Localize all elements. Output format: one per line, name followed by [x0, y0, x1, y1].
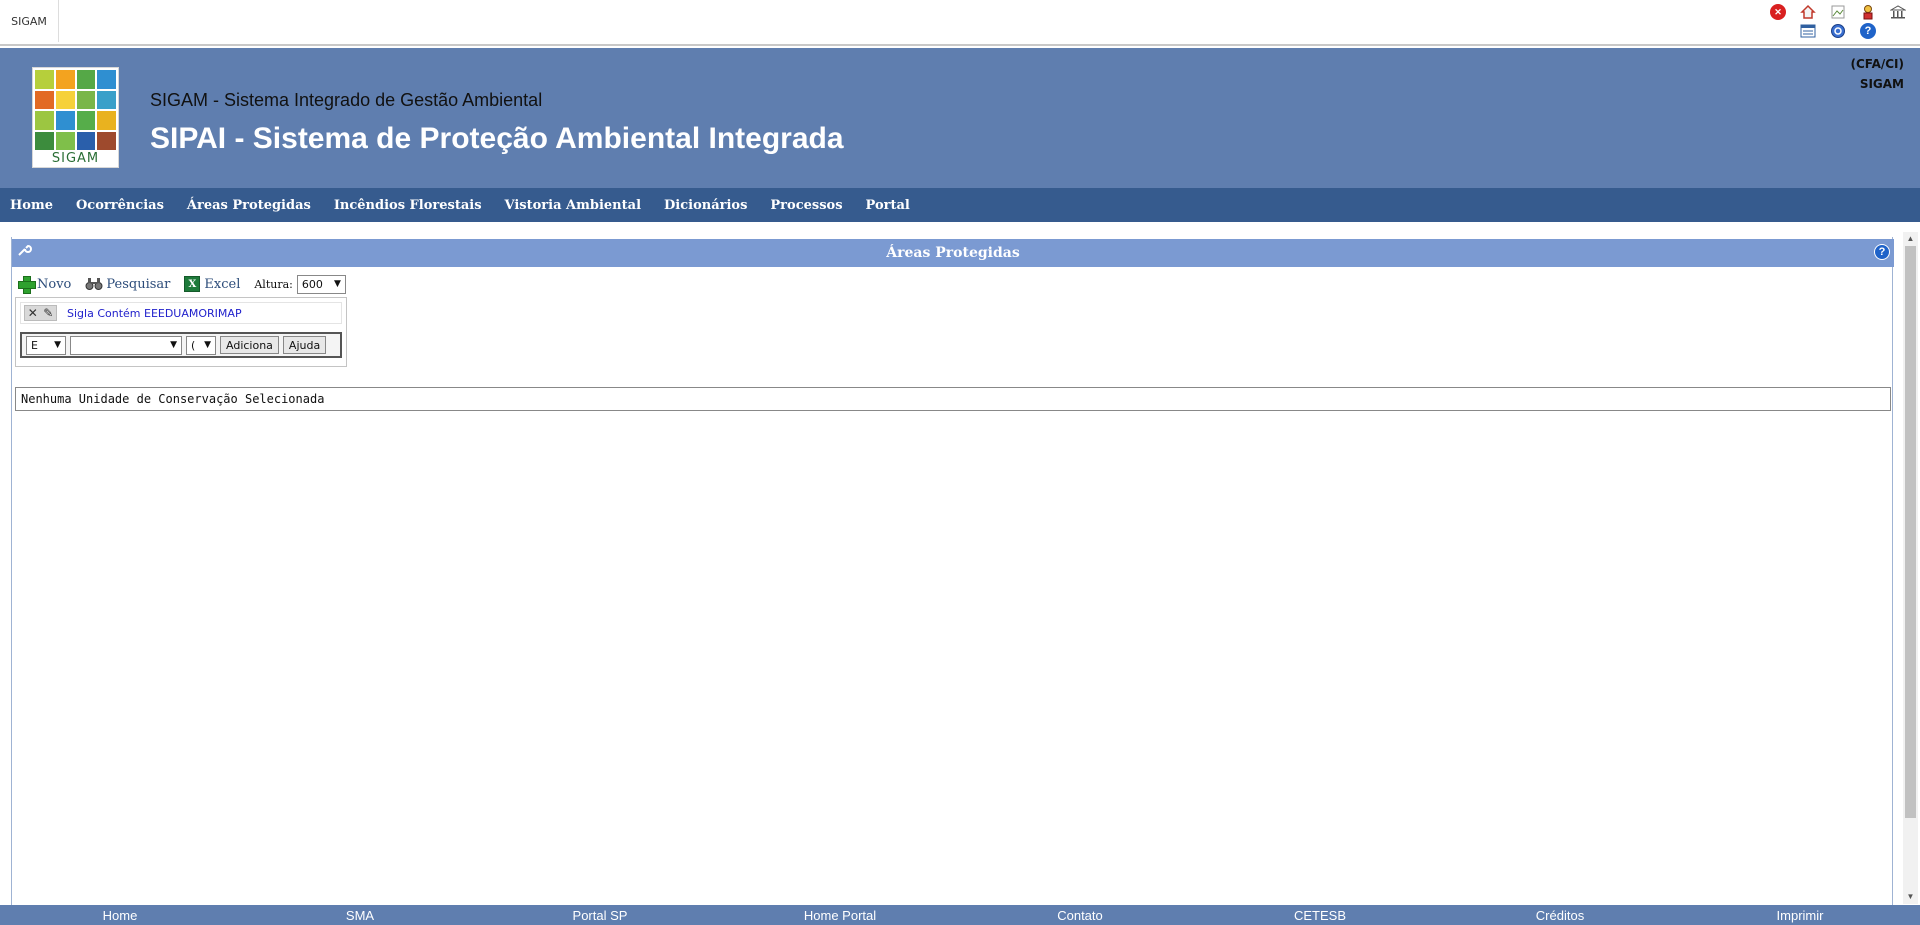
- adiciona-button[interactable]: Adiciona: [220, 336, 279, 354]
- altura-value: 600: [301, 277, 323, 291]
- logo-tile: [35, 70, 54, 89]
- footer-link-creditos[interactable]: Créditos: [1440, 908, 1680, 923]
- nav-item-portal[interactable]: Portal: [866, 198, 910, 213]
- logo-tile: [55, 131, 75, 150]
- settings-icon[interactable]: [1830, 23, 1846, 39]
- novo-button[interactable]: Novo: [18, 276, 72, 294]
- field-select[interactable]: ▼: [70, 335, 182, 355]
- logo-tile: [76, 131, 96, 150]
- plus-icon: [18, 276, 36, 294]
- excel-icon: X: [184, 276, 201, 292]
- remove-filter-icon[interactable]: ✕: [28, 306, 38, 320]
- footer-link-contato[interactable]: Contato: [960, 908, 1200, 923]
- edit-filter-icon[interactable]: ✎: [43, 306, 53, 320]
- logo-tile: [97, 131, 116, 150]
- chevron-down-icon: ▼: [333, 279, 341, 289]
- footer-link-home-portal[interactable]: Home Portal: [720, 908, 960, 923]
- altura-select[interactable]: 600 ▼: [296, 274, 346, 294]
- logo-text: SIGAM: [51, 151, 100, 166]
- header-banner: SIGAM SIGAM - Sistema Integrado de Gestã…: [0, 48, 1920, 188]
- panel-help-icon[interactable]: ?: [1874, 244, 1890, 260]
- main-nav: Home Ocorrências Áreas Protegidas Incênd…: [0, 188, 1920, 222]
- operator-select[interactable]: E ▼: [26, 335, 66, 355]
- header-unit: (CFA/CI): [1850, 57, 1904, 71]
- pesquisar-label: Pesquisar: [106, 276, 171, 292]
- top-bar: SIGAM ✕ ?: [0, 0, 1920, 46]
- nav-item-home[interactable]: Home: [10, 198, 53, 213]
- institution-icon[interactable]: [1890, 4, 1906, 20]
- user-icon[interactable]: [1860, 4, 1876, 20]
- logo-tile: [35, 131, 54, 150]
- footer-link-sma[interactable]: SMA: [240, 908, 480, 923]
- applied-filter-row: ✕ ✎ Sigla Contém EEEDUAMORIMAP: [20, 302, 342, 324]
- sigam-logo: SIGAM: [32, 67, 119, 168]
- chevron-down-icon: ▼: [170, 340, 177, 350]
- help-icon[interactable]: ?: [1860, 23, 1876, 39]
- footer-link-cetesb[interactable]: CETESB: [1200, 908, 1440, 923]
- panel-title-bar: Áreas Protegidas ?: [12, 239, 1894, 267]
- nav-item-ocorrencias[interactable]: Ocorrências: [76, 198, 164, 213]
- binoculars-icon: [85, 277, 103, 291]
- logo-tile: [97, 70, 116, 89]
- logo-tile: [35, 90, 54, 109]
- logo-grid: [35, 70, 116, 150]
- home-icon[interactable]: [1800, 4, 1816, 20]
- operator-value: E: [31, 338, 38, 352]
- scroll-thumb[interactable]: [1905, 246, 1916, 818]
- filter-controls: E ▼ ▼ ( ▼ Adiciona Ajuda: [20, 332, 342, 358]
- altura-label: Altura:: [254, 277, 293, 291]
- logo-tile: [55, 90, 75, 109]
- scroll-up-icon[interactable]: ▲: [1903, 232, 1918, 246]
- footer-link-portal-sp[interactable]: Portal SP: [480, 908, 720, 923]
- applied-filter-text[interactable]: Sigla Contém EEEDUAMORIMAP: [67, 307, 242, 320]
- paren-select[interactable]: ( ▼: [186, 335, 216, 355]
- nav-item-dicionarios[interactable]: Dicionários: [664, 198, 747, 213]
- logo-tile: [76, 90, 96, 109]
- logo-tile: [55, 70, 75, 89]
- nav-item-processos[interactable]: Processos: [770, 198, 842, 213]
- calendar-icon[interactable]: [1800, 23, 1816, 39]
- excel-label: Excel: [204, 276, 241, 292]
- header-system: SIGAM: [1859, 77, 1904, 91]
- logo-tile: [97, 90, 116, 109]
- empty-result-message: Nenhuma Unidade de Conservação Seleciona…: [15, 387, 1891, 411]
- logo-tile: [76, 70, 96, 89]
- toolbar: Novo Pesquisar X Excel Altura: 600 ▼: [18, 273, 346, 295]
- header-user-info: (CFA/CI) SIGAM: [1850, 54, 1904, 94]
- logo-tile: [97, 111, 116, 130]
- logo-tile: [55, 111, 75, 130]
- content-panel: Áreas Protegidas ? Novo Pesquisar X Exce…: [11, 237, 1894, 905]
- scroll-down-icon[interactable]: ▼: [1903, 890, 1918, 904]
- footer-link-home[interactable]: Home: [0, 908, 240, 923]
- page-scrollbar[interactable]: ▲ ▼: [1903, 232, 1918, 904]
- filter-box: ✕ ✎ Sigla Contém EEEDUAMORIMAP E ▼ ▼ ( ▼…: [15, 297, 347, 367]
- panel-title: Áreas Protegidas: [886, 245, 1020, 261]
- chevron-down-icon: ▼: [204, 340, 211, 350]
- chevron-down-icon: ▼: [54, 340, 61, 350]
- broken-image-icon[interactable]: [1830, 4, 1846, 20]
- logo-tile: [76, 111, 96, 130]
- novo-label: Novo: [37, 276, 72, 292]
- header-subtitle: SIGAM - Sistema Integrado de Gestão Ambi…: [150, 90, 543, 110]
- ajuda-button[interactable]: Ajuda: [282, 336, 327, 354]
- logo-tile: [35, 111, 54, 130]
- pesquisar-button[interactable]: Pesquisar: [85, 277, 170, 292]
- header-title: SIPAI - Sistema de Proteção Ambiental In…: [150, 122, 844, 155]
- top-icon-bar: ✕ ?: [1770, 4, 1920, 40]
- nav-item-areas-protegidas[interactable]: Áreas Protegidas: [187, 198, 311, 213]
- footer-link-imprimir[interactable]: Imprimir: [1680, 908, 1920, 923]
- nav-item-incendios-florestais[interactable]: Incêndios Florestais: [334, 198, 482, 213]
- footer-bar: Home SMA Portal SP Home Portal Contato C…: [0, 905, 1920, 925]
- filter-actions: ✕ ✎: [24, 305, 57, 321]
- app-tab[interactable]: SIGAM: [0, 0, 59, 42]
- nav-item-vistoria-ambiental[interactable]: Vistoria Ambiental: [505, 198, 642, 213]
- paren-value: (: [191, 338, 196, 352]
- excel-button[interactable]: X Excel: [184, 276, 240, 292]
- close-icon[interactable]: ✕: [1770, 4, 1786, 20]
